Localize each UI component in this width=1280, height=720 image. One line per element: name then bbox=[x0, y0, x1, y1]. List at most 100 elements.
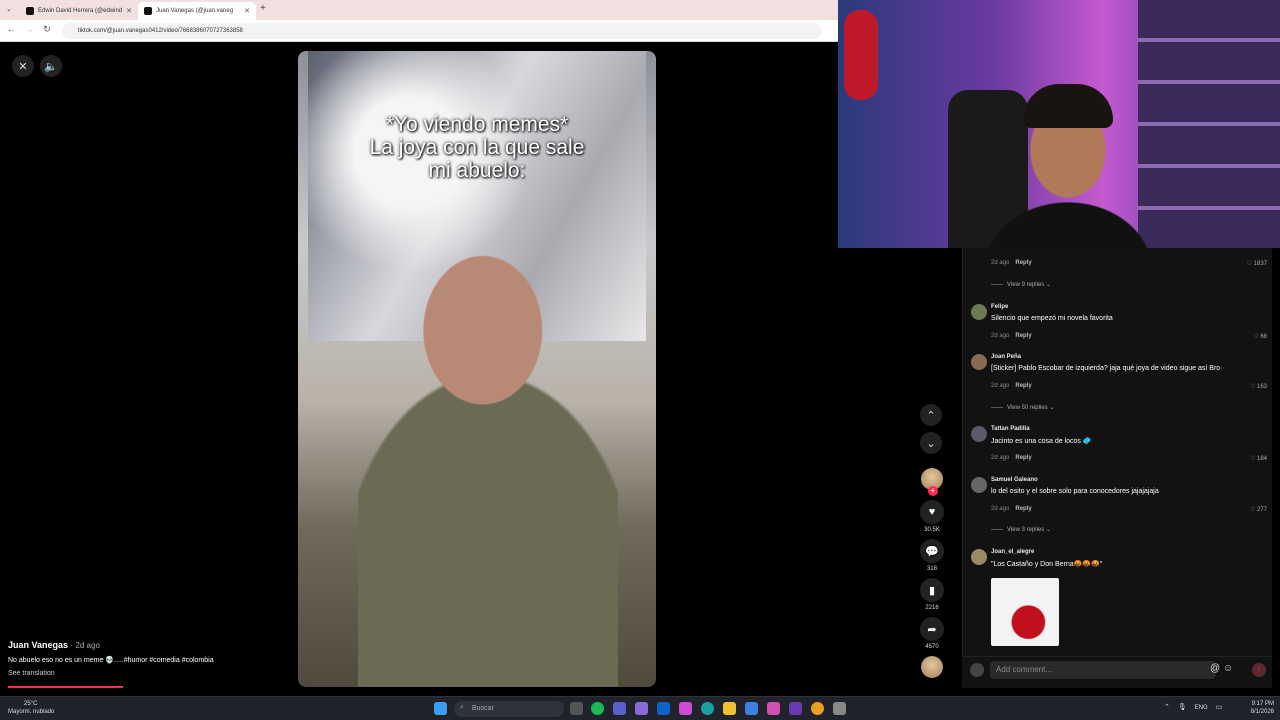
music-disc-icon bbox=[921, 656, 943, 678]
reply-button[interactable]: Reply bbox=[1015, 383, 1031, 389]
comment-like[interactable]: ♡ 68 bbox=[1253, 333, 1267, 340]
app-icon[interactable] bbox=[745, 702, 758, 715]
send-comment-button[interactable]: ↑ bbox=[1252, 663, 1266, 677]
tab-juan[interactable]: Juan Vanegas (@juan.vaneg ✕ bbox=[138, 2, 256, 20]
comment-icon[interactable]: 💬 bbox=[920, 539, 944, 563]
address-bar[interactable]: tiktok.com/@juan.vanegas0412/video/76683… bbox=[62, 23, 822, 39]
tab-title: Juan Vanegas (@juan.vaneg bbox=[156, 8, 234, 14]
like-action[interactable]: ♥ 30.5K bbox=[920, 500, 944, 533]
bookmark-icon[interactable]: ▮ bbox=[920, 578, 944, 602]
comment-date: 2d ago Reply bbox=[991, 333, 1032, 339]
share-count: 4570 bbox=[925, 644, 939, 650]
reply-button[interactable]: Reply bbox=[1015, 455, 1031, 461]
back-icon[interactable]: ← bbox=[4, 24, 18, 34]
tab-bar: ⌄ Edwin David Herrera (@edwind ✕ Juan Va… bbox=[0, 0, 838, 20]
comment-like[interactable]: ♡ 1837 bbox=[1247, 260, 1267, 267]
stream-app-icon[interactable] bbox=[767, 702, 780, 715]
windows-start-icon[interactable] bbox=[434, 702, 447, 715]
comment-like[interactable]: ♡ 163 bbox=[1250, 383, 1267, 390]
copilot-icon[interactable] bbox=[679, 702, 692, 715]
task-view-icon[interactable] bbox=[570, 702, 583, 715]
save-action[interactable]: ▮ 2216 bbox=[920, 578, 944, 611]
tab-edwin[interactable]: Edwin David Herrera (@edwind ✕ bbox=[20, 2, 136, 20]
caption-line: *Yo viendo memes* bbox=[385, 113, 569, 136]
forward-icon[interactable]: → bbox=[22, 24, 36, 34]
tab-list-icon[interactable]: ⌄ bbox=[6, 5, 12, 13]
video-player[interactable]: *Yo viendo memes* La joya con la que sal… bbox=[298, 51, 656, 687]
file-explorer-icon[interactable] bbox=[723, 702, 736, 715]
chevron-up-icon: ⌃ bbox=[926, 409, 936, 422]
comment-text: [Sticker] Pablo Escobar de izquierda? ja… bbox=[991, 365, 1221, 372]
avatar[interactable] bbox=[971, 304, 987, 320]
system-tray: ⌃ 🎙 ENG ▭ bbox=[1164, 703, 1222, 711]
spotify-icon[interactable] bbox=[591, 702, 604, 715]
mic-icon[interactable]: 🎙 bbox=[1178, 704, 1187, 711]
volume-button[interactable]: 🔈 bbox=[40, 55, 62, 77]
chrome-icon[interactable] bbox=[811, 702, 824, 715]
heart-icon[interactable]: ♥ bbox=[920, 500, 944, 524]
clock-date: 8/1/2026 bbox=[1250, 709, 1274, 715]
settings-icon[interactable] bbox=[833, 702, 846, 715]
see-translation-link[interactable]: See translation bbox=[8, 670, 55, 677]
creator-avatar[interactable]: + bbox=[920, 468, 944, 496]
add-comment-bar: Add comment... @ ☺ ↑ bbox=[962, 656, 1272, 686]
music-disc[interactable] bbox=[920, 656, 944, 678]
next-video-button[interactable]: ⌄ bbox=[920, 432, 942, 454]
tab-title: Edwin David Herrera (@edwind bbox=[38, 8, 123, 14]
mention-icon[interactable]: @ bbox=[1210, 663, 1220, 674]
add-comment-input[interactable]: Add comment... bbox=[990, 661, 1216, 679]
reply-button[interactable]: Reply bbox=[1015, 506, 1031, 512]
comment-date: 2d ago Reply bbox=[991, 260, 1032, 266]
wifi-icon[interactable]: ▭ bbox=[1216, 704, 1223, 711]
clock[interactable]: 9:17 PM 8/1/2026 bbox=[1234, 700, 1274, 716]
avatar[interactable] bbox=[971, 354, 987, 370]
close-icon[interactable]: ✕ bbox=[244, 7, 250, 15]
comment-user[interactable]: Tattan Padilla bbox=[991, 426, 1030, 432]
comment-count: 318 bbox=[926, 566, 937, 572]
video-progress-bar[interactable] bbox=[8, 686, 123, 688]
comment-action[interactable]: 💬 318 bbox=[920, 539, 944, 572]
comments-panel: 2d ago Reply ♡ 1837 View 9 replies ⌄ Feli… bbox=[962, 248, 1272, 688]
edge-icon[interactable] bbox=[701, 702, 714, 715]
teams-icon[interactable] bbox=[613, 702, 626, 715]
new-tab-button[interactable]: + bbox=[260, 3, 266, 14]
follow-plus-icon[interactable]: + bbox=[928, 486, 938, 496]
reply-button[interactable]: Reply bbox=[1015, 260, 1031, 266]
comment-like[interactable]: ♡ 277 bbox=[1250, 506, 1267, 513]
app-icon[interactable] bbox=[789, 702, 802, 715]
view-replies-button[interactable]: View 50 replies ⌄ bbox=[991, 404, 1054, 411]
chevron-up-icon[interactable]: ⌃ bbox=[1164, 704, 1170, 711]
avatar[interactable] bbox=[971, 549, 987, 565]
previous-video-button[interactable]: ⌃ bbox=[920, 404, 942, 426]
close-icon[interactable]: ✕ bbox=[126, 7, 132, 15]
reload-icon[interactable]: ↻ bbox=[40, 24, 54, 35]
caption-line: La joya con la que sale bbox=[369, 136, 585, 159]
video-author[interactable]: Juan Vanegas · 2d ago bbox=[8, 640, 100, 650]
avatar[interactable] bbox=[971, 477, 987, 493]
video-caption: *Yo viendo memes* La joya con la que sal… bbox=[298, 113, 656, 182]
share-icon[interactable]: ➦ bbox=[920, 617, 944, 641]
avatar[interactable] bbox=[971, 426, 987, 442]
view-replies-button[interactable]: View 9 replies ⌄ bbox=[991, 281, 1051, 288]
reply-button[interactable]: Reply bbox=[1015, 333, 1031, 339]
outlook-icon[interactable] bbox=[657, 702, 670, 715]
app-icon[interactable] bbox=[635, 702, 648, 715]
comment-sticker-image[interactable] bbox=[991, 578, 1059, 646]
video-person bbox=[358, 251, 618, 687]
avatar bbox=[970, 663, 984, 677]
comment-like[interactable]: ♡ 184 bbox=[1250, 455, 1267, 462]
comment-user[interactable]: Joan_el_alegre bbox=[991, 549, 1034, 555]
comment-user[interactable]: Felipe bbox=[991, 304, 1008, 310]
comment-user[interactable]: Joan Peña bbox=[991, 354, 1021, 360]
webcam-overlay bbox=[838, 0, 1280, 248]
close-video-button[interactable]: ✕ bbox=[12, 55, 34, 77]
author-name[interactable]: Juan Vanegas bbox=[8, 640, 68, 650]
share-action[interactable]: ➦ 4570 bbox=[920, 617, 944, 650]
weather-widget[interactable]: 25°C Mayorm. nublado bbox=[8, 700, 54, 716]
emoji-icon[interactable]: ☺ bbox=[1223, 663, 1233, 674]
arrow-up-icon: ↑ bbox=[1257, 665, 1261, 674]
view-replies-button[interactable]: View 3 replies ⌄ bbox=[991, 526, 1051, 533]
comment-user[interactable]: Samuel Galeano bbox=[991, 477, 1038, 483]
taskbar-search[interactable]: ⌕ Buscar bbox=[454, 701, 564, 717]
language-indicator[interactable]: ENG bbox=[1195, 705, 1208, 711]
